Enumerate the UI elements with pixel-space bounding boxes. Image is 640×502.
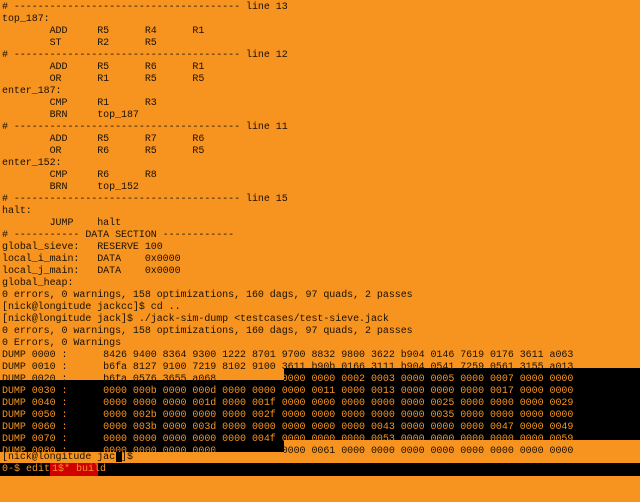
terminal-line: [nick@longitude jack]$ ./jack-sim-dump <… [2,314,389,325]
terminal-line: # --------------------------------------… [2,194,288,205]
terminal-line: # --------------------------------------… [2,122,288,133]
terminal-line: enter_152: [2,158,62,169]
terminal-line: CMP R1 R3 [2,98,157,109]
terminal-line: halt: [2,206,32,217]
dump-line: DUMP 0000 : 8426 9400 8364 9300 1222 870… [2,350,574,361]
terminal-line: # ----------- DATA SECTION ------------ [2,230,235,241]
terminal-line: ADD R5 R7 R6 [2,134,205,145]
window-tab-build-active[interactable]: 1$* build [50,463,106,476]
terminal-line: [nick@longitude jackcc]$ cd .. [2,302,181,313]
terminal-line: OR R1 R5 R5 [2,74,205,85]
dump-line-selected: DUMP 0060 : 0000 003b 0000 003d 0000 000… [2,422,574,433]
dump-line-selected: DUMP 0030 : 0000 000b 0000 000d 0000 000… [2,386,574,397]
terminal-line: 0 errors, 0 warnings, 158 optimizations,… [2,290,413,301]
text-cursor [116,452,122,462]
terminal-line: ADD R5 R6 R1 [2,62,205,73]
terminal-line: enter_187: [2,86,62,97]
terminal-line: local_i_main: DATA 0x0000 [2,254,181,265]
terminal-line: OR R6 R5 R5 [2,146,205,157]
terminal-line: # --------------------------------------… [2,50,288,61]
terminal-line: ADD R5 R4 R1 [2,26,205,37]
terminal-line: ST R2 R5 [2,38,157,49]
terminal-line: global_sieve: RESERVE 100 [2,242,163,253]
terminal-line: BRN top_187 [2,110,139,121]
screen-status-bar: 0-$ edit 1$* build [0,463,640,476]
terminal-line: # --------------------------------------… [2,2,288,13]
terminal-line: CMP R6 R8 [2,170,157,181]
terminal-line: 0 errors, 0 warnings, 158 optimizations,… [2,326,413,337]
terminal-line: 0 Errors, 0 Warnings [2,338,122,349]
terminal-line: global_heap: [2,278,74,289]
terminal-line: BRN top_152 [2,182,139,193]
terminal-line: JUMP halt [2,218,122,229]
dump-line-selected: DUMP 0070 : 0000 0000 0000 0000 0000 004… [2,434,574,445]
terminal-window[interactable]: # --------------------------------------… [0,0,640,463]
window-tab-edit[interactable]: 0-$ edit [2,463,50,476]
dump-line-selected: DUMP 0050 : 0000 002b 0000 0000 0000 002… [2,410,574,421]
dump-line: DUMP 0010 : b6fa 8127 9100 7219 8102 910… [2,362,574,373]
terminal-line: top_187: [2,14,50,25]
terminal-line: local_j_main: DATA 0x0000 [2,266,181,277]
dump-line-selected: DUMP 0040 : 0000 0000 0000 001d 0000 001… [2,398,574,409]
